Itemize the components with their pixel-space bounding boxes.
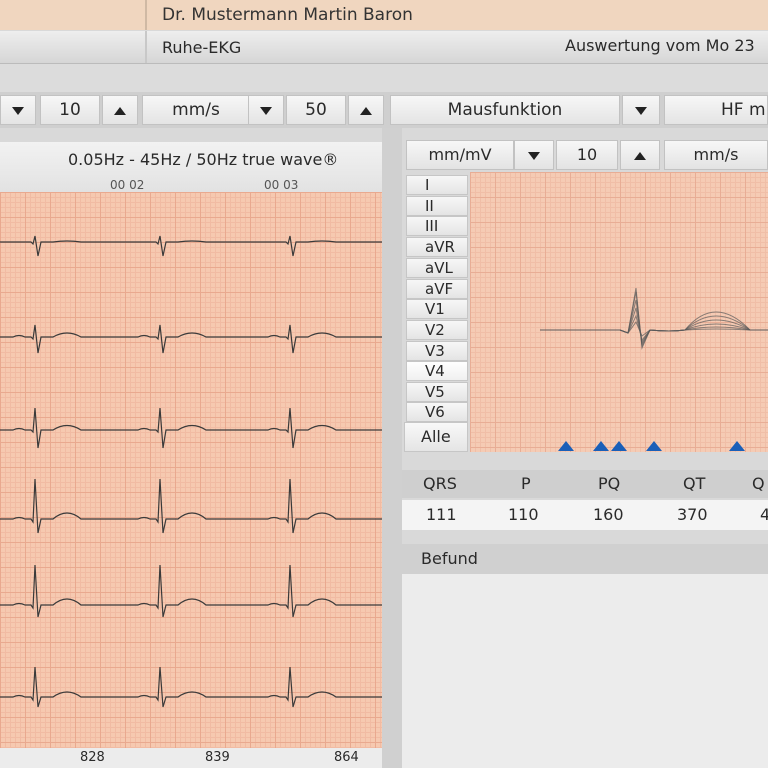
marker-qrs-onset-icon[interactable] [593, 441, 609, 451]
ecg-trace-row [0, 235, 382, 257]
measure-value-p: 110 [508, 505, 539, 524]
sens-value[interactable]: 10 [40, 95, 100, 125]
average-complex-traces [540, 287, 768, 350]
chevron-up-icon [114, 107, 126, 115]
lead-button-v1[interactable]: V1 [406, 299, 468, 319]
mouse-function-label[interactable]: Mausfunktion [390, 95, 620, 125]
speed-unit-label: mm/s [142, 95, 250, 125]
measure-value-qtc: 4 [760, 505, 768, 524]
rr-value: 839 [205, 750, 230, 765]
ecg-trace-row [0, 666, 382, 708]
divider [145, 31, 147, 63]
lead-button-avr[interactable]: aVR [406, 237, 468, 257]
measure-value-qrs: 111 [426, 505, 457, 524]
sens-increase-button[interactable] [620, 140, 660, 170]
chevron-down-icon [12, 107, 24, 115]
rr-interval-footer [0, 748, 388, 768]
hf-label[interactable]: HF m [664, 95, 768, 125]
marker-p-onset-icon[interactable] [558, 441, 574, 451]
ecg-trace-row [0, 407, 382, 449]
lead-button-i[interactable]: I [406, 175, 468, 195]
lead-button-avl[interactable]: aVL [406, 258, 468, 278]
rr-value: 828 [80, 750, 105, 765]
average-complex-trace [540, 307, 768, 344]
marker-t-offset-icon[interactable] [729, 441, 745, 451]
lead-button-v5[interactable]: V5 [406, 382, 468, 402]
measure-value-pq: 160 [593, 505, 624, 524]
divider [145, 0, 147, 30]
evaluation-date: Auswertung vom Mo 23 [565, 36, 755, 55]
findings-textarea[interactable] [402, 574, 768, 768]
speed-increase-button[interactable] [348, 95, 384, 125]
chevron-up-icon [634, 152, 646, 160]
ecg-traces [0, 235, 382, 708]
ecg-trace-row [0, 324, 382, 354]
measurements-header [402, 470, 768, 498]
exam-header: Ruhe-EKG Auswertung vom Mo 23 [0, 31, 768, 64]
sens-increase-button[interactable] [102, 95, 138, 125]
filter-setting: 0.05Hz - 45Hz / 50Hz true wave® [68, 150, 339, 169]
measure-header-p: P [521, 474, 531, 493]
measure-header-qtc: Q [752, 474, 765, 493]
lead-button-avf[interactable]: aVF [406, 279, 468, 299]
average-complex-trace [540, 299, 768, 346]
average-complex-view[interactable] [470, 172, 768, 452]
lead-button-v3[interactable]: V3 [406, 341, 468, 361]
rr-value: 864 [334, 750, 359, 765]
measurements-row [402, 500, 768, 530]
time-mark: 00 02 [110, 178, 145, 192]
patient-header: Dr. Mustermann Martin Baron [0, 0, 768, 30]
measure-header-qt: QT [683, 474, 706, 493]
chevron-up-icon [360, 107, 372, 115]
speed-decrease-button[interactable] [248, 95, 284, 125]
chevron-down-icon [260, 107, 272, 115]
mouse-function-dropdown[interactable] [622, 95, 660, 125]
average-complex-trace [540, 291, 768, 348]
marker-qrs-offset-icon[interactable] [611, 441, 627, 451]
speed-unit-label: mm/s [664, 140, 768, 170]
panel-divider[interactable] [382, 128, 402, 768]
average-complex-trace [540, 287, 768, 350]
ecg-trace-row [0, 564, 382, 618]
measure-value-qt: 370 [677, 505, 708, 524]
lead-button-iii[interactable]: III [406, 216, 468, 236]
all-leads-button[interactable]: Alle [404, 422, 468, 452]
measure-header-qrs: QRS [423, 474, 457, 493]
ecg-trace-row [0, 478, 382, 534]
measure-header-pq: PQ [598, 474, 621, 493]
sens-decrease-button[interactable] [514, 140, 554, 170]
chevron-down-icon [635, 107, 647, 115]
patient-name: Dr. Mustermann Martin Baron [162, 5, 413, 25]
sens-value[interactable]: 10 [556, 140, 618, 170]
lead-button-v2[interactable]: V2 [406, 320, 468, 340]
exam-type: Ruhe-EKG [162, 38, 242, 57]
speed-value[interactable]: 50 [286, 95, 346, 125]
time-mark: 00 03 [264, 178, 299, 192]
average-complex-trace [540, 320, 768, 337]
sens-decrease-button[interactable] [0, 95, 36, 125]
marker-t-onset-icon[interactable] [646, 441, 662, 451]
spacer-band [0, 64, 768, 92]
ecg-strip-grid[interactable] [0, 192, 382, 748]
lead-button-v4[interactable]: V4 [406, 361, 468, 381]
sens-unit-label: mm/mV [406, 140, 514, 170]
chevron-down-icon [528, 152, 540, 160]
lead-button-v6[interactable]: V6 [406, 402, 468, 422]
findings-label: Befund [421, 549, 478, 568]
lead-button-ii[interactable]: II [406, 196, 468, 216]
